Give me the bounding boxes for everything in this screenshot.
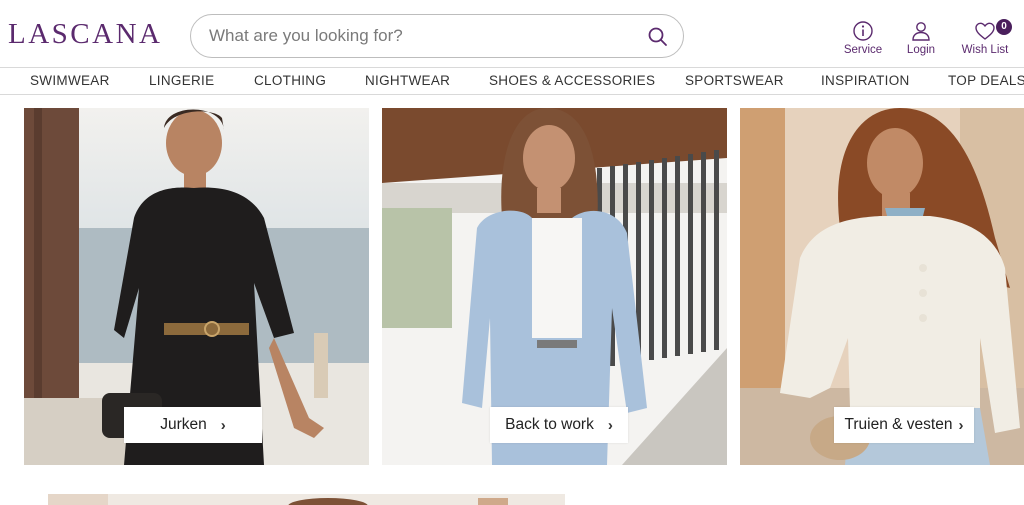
wishlist-label: Wish List	[961, 44, 1009, 56]
search-bar[interactable]	[190, 14, 684, 58]
category-label: Truien & vesten	[844, 416, 953, 433]
category-button-sweaters-cardigans[interactable]: Truien & vesten ›	[834, 407, 974, 443]
wishlist-count-badge: 0	[996, 19, 1012, 35]
category-tile-dresses[interactable]: Jurken ›	[24, 108, 369, 465]
search-icon[interactable]	[647, 26, 669, 48]
chevron-right-icon: ›	[607, 416, 613, 434]
category-tile-back-to-work[interactable]: Back to work ›	[382, 108, 727, 465]
category-label: Jurken	[160, 416, 207, 433]
wishlist-link[interactable]: 0 Wish List	[957, 19, 1013, 56]
category-button-dresses[interactable]: Jurken ›	[124, 407, 262, 443]
category-label: Back to work	[505, 416, 594, 433]
category-tile-sweaters-cardigans[interactable]: Truien & vesten ›	[740, 108, 1024, 465]
nav-item-lingerie[interactable]: LINGERIE	[149, 73, 214, 88]
chevron-right-icon: ›	[220, 416, 226, 434]
user-icon	[901, 20, 941, 42]
login-link[interactable]: Login	[901, 20, 941, 56]
brand-logo[interactable]: LASCANA	[8, 18, 162, 51]
main-navigation: SWIMWEAR LINGERIE CLOTHING NIGHTWEAR SHO…	[0, 67, 1024, 95]
info-icon	[841, 20, 885, 42]
category-button-back-to-work[interactable]: Back to work ›	[490, 407, 628, 443]
nav-item-nightwear[interactable]: NIGHTWEAR	[365, 73, 450, 88]
chevron-right-icon: ›	[958, 416, 964, 434]
nav-item-shoes-accessories[interactable]: SHOES & ACCESSORIES	[489, 73, 655, 88]
service-link[interactable]: Service	[841, 20, 885, 56]
search-input[interactable]	[209, 23, 629, 49]
banner-photo	[48, 494, 565, 505]
service-label: Service	[843, 44, 883, 56]
nav-item-inspiration[interactable]: INSPIRATION	[821, 73, 910, 88]
nav-item-sportswear[interactable]: SPORTSWEAR	[685, 73, 784, 88]
site-header: LASCANA Service Login	[0, 0, 1024, 68]
nav-item-top-deals[interactable]: TOP DEALS	[948, 73, 1024, 88]
nav-item-swimwear[interactable]: SWIMWEAR	[30, 73, 110, 88]
next-row-banner-image[interactable]	[48, 493, 565, 505]
nav-item-clothing[interactable]: CLOTHING	[254, 73, 326, 88]
login-label: Login	[906, 44, 936, 56]
